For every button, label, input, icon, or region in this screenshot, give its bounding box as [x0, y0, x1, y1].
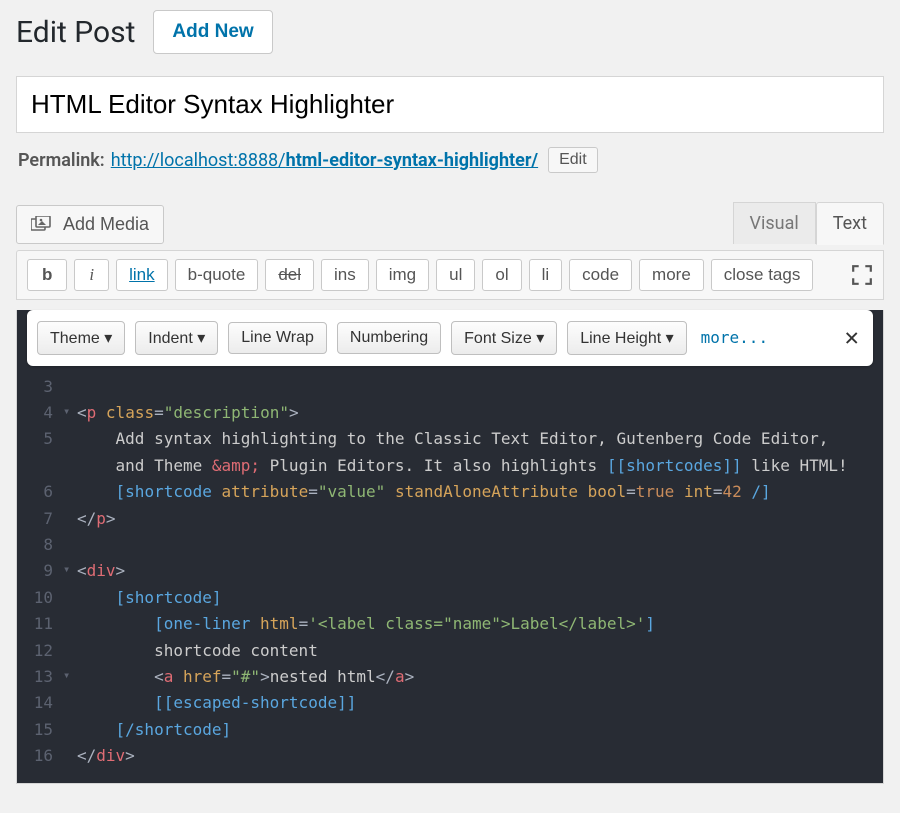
settings-close-icon[interactable]: ✕: [841, 318, 863, 358]
code-content[interactable]: shortcode content: [77, 638, 883, 664]
theme-dropdown[interactable]: Theme ▾: [37, 321, 125, 355]
code-content[interactable]: [[escaped-shortcode]]: [77, 690, 883, 716]
line-number: 6: [17, 479, 63, 505]
code-line[interactable]: 10 [shortcode]: [17, 585, 883, 611]
fold-icon: [63, 506, 77, 532]
fold-icon[interactable]: ▾: [63, 400, 77, 426]
fold-icon: [63, 611, 77, 637]
line-number: 4: [17, 400, 63, 426]
code-content[interactable]: [shortcode]: [77, 585, 883, 611]
qt-img-button[interactable]: img: [376, 259, 429, 291]
editor-mode-tabs: Visual Text: [733, 201, 884, 244]
line-number: 11: [17, 611, 63, 637]
code-line[interactable]: 15 [/shortcode]: [17, 717, 883, 743]
fold-icon: [63, 426, 77, 452]
code-line[interactable]: 16 </div>: [17, 743, 883, 769]
line-number: 7: [17, 506, 63, 532]
fold-icon: [63, 690, 77, 716]
qt-li-button[interactable]: li: [529, 259, 563, 291]
code-content[interactable]: [/shortcode]: [77, 717, 883, 743]
permalink-edit-button[interactable]: Edit: [548, 147, 598, 173]
line-number: 10: [17, 585, 63, 611]
qt-link-button[interactable]: link: [116, 259, 168, 291]
code-content[interactable]: Add syntax highlighting to the Classic T…: [77, 426, 883, 452]
fold-icon: [63, 532, 77, 558]
qt-ins-button[interactable]: ins: [321, 259, 369, 291]
code-content[interactable]: <a href="#">nested html</a>: [77, 664, 883, 690]
editor-settings-bar: Theme ▾ Indent ▾ Line Wrap Numbering Fon…: [27, 310, 873, 366]
lineheight-dropdown[interactable]: Line Height ▾: [567, 321, 686, 355]
fold-icon: [63, 374, 77, 400]
code-line[interactable]: 14 [[escaped-shortcode]]: [17, 690, 883, 716]
code-line[interactable]: 11 [one-liner html='<label class="name">…: [17, 611, 883, 637]
fold-icon: [63, 717, 77, 743]
line-number: 16: [17, 743, 63, 769]
permalink-link[interactable]: http://localhost:8888/html-editor-syntax…: [111, 150, 538, 171]
line-number: 5: [17, 426, 63, 452]
settings-more-link[interactable]: more...: [701, 325, 768, 351]
qt-del-button[interactable]: del: [265, 259, 314, 291]
code-line[interactable]: 8: [17, 532, 883, 558]
permalink-base: http://localhost:8888/: [111, 150, 286, 171]
fold-icon: [63, 638, 77, 664]
code-content[interactable]: </p>: [77, 506, 883, 532]
qt-bold-button[interactable]: b: [27, 259, 67, 291]
line-number: 9: [17, 558, 63, 584]
fold-icon[interactable]: ▾: [63, 664, 77, 690]
permalink-row: Permalink: http://localhost:8888/html-ed…: [16, 147, 884, 173]
qt-more-button[interactable]: more: [639, 259, 704, 291]
code-lines[interactable]: 34▾<p class="description">5 Add syntax h…: [17, 374, 883, 770]
code-line[interactable]: 3: [17, 374, 883, 400]
qt-code-button[interactable]: code: [569, 259, 632, 291]
page-title: Edit Post: [16, 15, 135, 50]
post-title-input[interactable]: [16, 76, 884, 133]
fullscreen-icon[interactable]: [851, 264, 873, 286]
numbering-button[interactable]: Numbering: [337, 322, 441, 354]
indent-dropdown[interactable]: Indent ▾: [135, 321, 218, 355]
qt-ol-button[interactable]: ol: [482, 259, 521, 291]
line-number: 12: [17, 638, 63, 664]
code-line[interactable]: 12 shortcode content: [17, 638, 883, 664]
fontsize-dropdown[interactable]: Font Size ▾: [451, 321, 557, 355]
line-number: 13: [17, 664, 63, 690]
code-line[interactable]: 6 [shortcode attribute="value" standAlon…: [17, 479, 883, 505]
code-editor[interactable]: Theme ▾ Indent ▾ Line Wrap Numbering Fon…: [16, 310, 884, 784]
code-line-continuation[interactable]: and Theme &amp; Plugin Editors. It also …: [17, 453, 883, 479]
qt-bquote-button[interactable]: b-quote: [175, 259, 259, 291]
permalink-slug: html-editor-syntax-highlighter/: [286, 150, 539, 171]
add-new-button[interactable]: Add New: [153, 10, 272, 54]
quicktags-toolbar: b i link b-quote del ins img ul ol li co…: [16, 250, 884, 300]
line-number: 15: [17, 717, 63, 743]
code-content[interactable]: </div>: [77, 743, 883, 769]
qt-ul-button[interactable]: ul: [436, 259, 475, 291]
line-number: 3: [17, 374, 63, 400]
line-number: 8: [17, 532, 63, 558]
qt-italic-button[interactable]: i: [74, 259, 109, 291]
qt-closetags-button[interactable]: close tags: [711, 259, 814, 291]
code-content[interactable]: [shortcode attribute="value" standAloneA…: [77, 479, 883, 505]
code-content[interactable]: [77, 532, 883, 558]
fold-icon: [63, 743, 77, 769]
tab-visual[interactable]: Visual: [733, 202, 816, 244]
code-line[interactable]: 4▾<p class="description">: [17, 400, 883, 426]
tab-text[interactable]: Text: [816, 202, 884, 245]
fold-icon: [63, 479, 77, 505]
line-number: 14: [17, 690, 63, 716]
code-content[interactable]: [one-liner html='<label class="name">Lab…: [77, 611, 883, 637]
code-line[interactable]: 9▾<div>: [17, 558, 883, 584]
code-line[interactable]: 5 Add syntax highlighting to the Classic…: [17, 426, 883, 452]
fold-icon: [63, 585, 77, 611]
code-content[interactable]: <div>: [77, 558, 883, 584]
linewrap-button[interactable]: Line Wrap: [228, 322, 327, 354]
permalink-label: Permalink:: [18, 150, 105, 171]
fold-icon[interactable]: ▾: [63, 558, 77, 584]
media-icon: [31, 216, 53, 234]
code-content[interactable]: and Theme &amp; Plugin Editors. It also …: [77, 453, 883, 479]
add-media-label: Add Media: [63, 214, 149, 235]
code-content[interactable]: <p class="description">: [77, 400, 883, 426]
add-media-button[interactable]: Add Media: [16, 205, 164, 244]
code-line[interactable]: 13▾ <a href="#">nested html</a>: [17, 664, 883, 690]
code-content[interactable]: [77, 374, 883, 400]
code-line[interactable]: 7 </p>: [17, 506, 883, 532]
